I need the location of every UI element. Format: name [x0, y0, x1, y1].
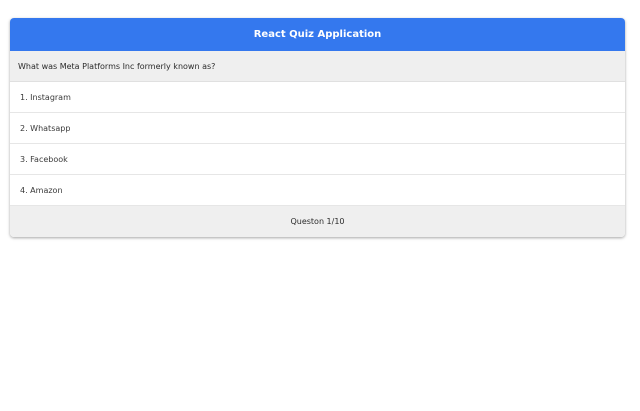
option-amazon[interactable]: 4. Amazon: [10, 175, 625, 206]
option-whatsapp[interactable]: 2. Whatsapp: [10, 113, 625, 144]
question-progress: Queston 1/10: [10, 206, 625, 237]
quiz-card: React Quiz Application What was Meta Pla…: [10, 18, 625, 237]
question-row: What was Meta Platforms Inc formerly kno…: [10, 51, 625, 82]
option-label: 1. Instagram: [20, 92, 71, 102]
option-label: 2. Whatsapp: [20, 123, 71, 133]
question-text: What was Meta Platforms Inc formerly kno…: [18, 61, 216, 71]
option-facebook[interactable]: 3. Facebook: [10, 144, 625, 175]
quiz-header: React Quiz Application: [10, 18, 625, 51]
option-instagram[interactable]: 1. Instagram: [10, 82, 625, 113]
progress-text: Queston 1/10: [290, 217, 345, 226]
option-label: 3. Facebook: [20, 154, 68, 164]
option-label: 4. Amazon: [20, 185, 63, 195]
app-title: React Quiz Application: [253, 29, 382, 40]
